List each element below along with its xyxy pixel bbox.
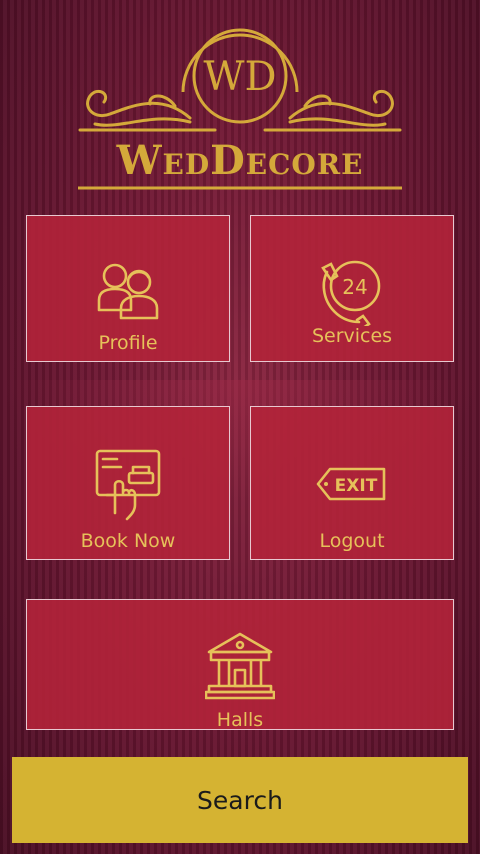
hall-building-icon [205, 632, 275, 700]
halls-label: Halls [216, 709, 264, 730]
logout-tile[interactable]: EXIT Logout [250, 406, 454, 560]
services-24-text: 24 [342, 275, 367, 299]
halls-tile[interactable]: Halls [26, 599, 454, 730]
profile-tile[interactable]: Profile [26, 215, 230, 362]
profile-label: Profile [98, 332, 158, 354]
logout-label: Logout [319, 530, 385, 552]
services-label: Services [311, 325, 393, 347]
users-icon [97, 263, 159, 320]
services-tile[interactable]: 24 Services [250, 215, 454, 362]
search-button[interactable]: Search [12, 757, 468, 843]
exit-sign-text: EXIT [335, 476, 378, 496]
logo-monogram: WD [203, 54, 276, 100]
exit-sign-icon: EXIT [316, 467, 386, 501]
phone-24-icon: 24 [321, 260, 381, 326]
book-now-label: Book Now [80, 530, 176, 552]
tablet-booking-icon [95, 449, 161, 521]
brand-name: WedDecore [116, 137, 364, 184]
book-now-tile[interactable]: Book Now [26, 406, 230, 560]
